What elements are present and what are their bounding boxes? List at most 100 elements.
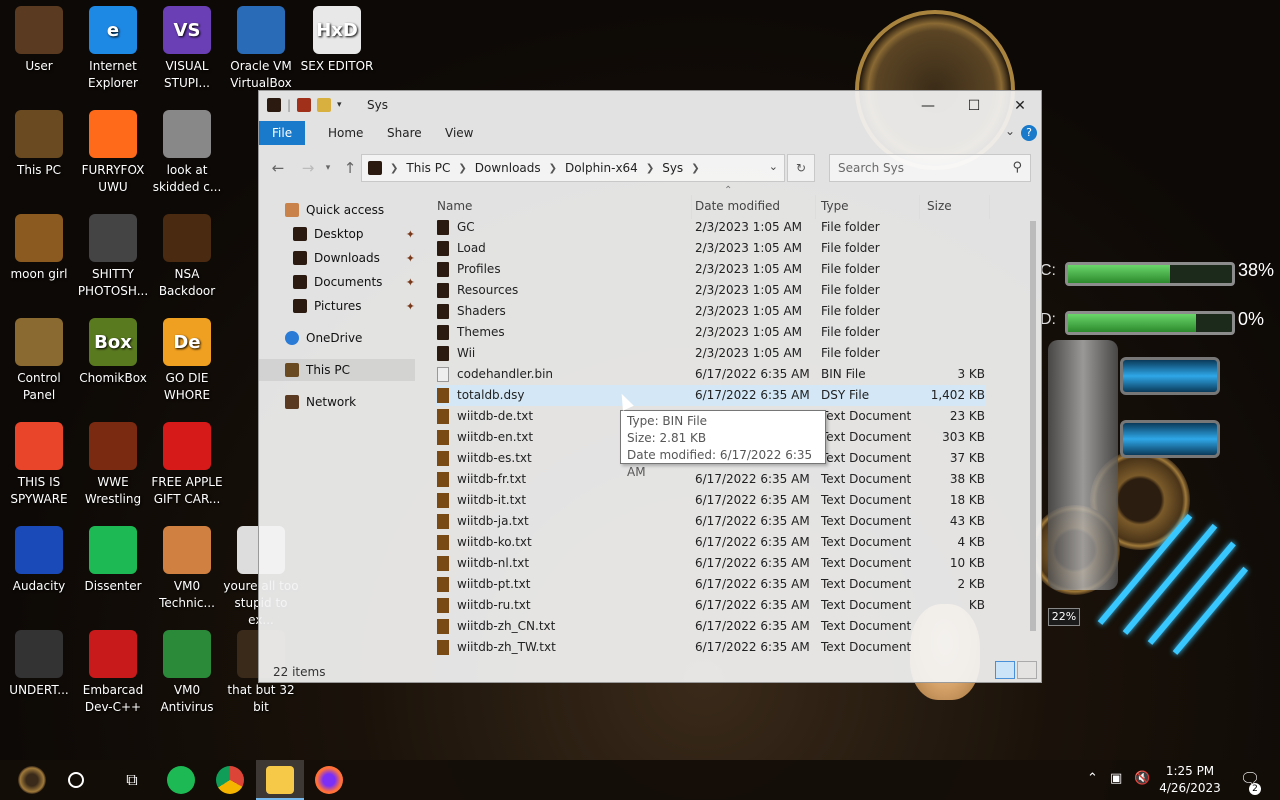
- column-divider[interactable]: [919, 195, 920, 219]
- minimize-button[interactable]: —: [905, 91, 951, 121]
- dissenter-icon[interactable]: [167, 766, 195, 794]
- show-hidden-icons-chevron-icon[interactable]: ⌃: [1087, 771, 1098, 786]
- desktop-icon[interactable]: FREE APPLE GIFT CAR...: [148, 422, 226, 508]
- maximize-button[interactable]: ☐: [951, 91, 997, 121]
- large-icons-view-icon[interactable]: [1017, 661, 1037, 679]
- help-icon[interactable]: ?: [1021, 125, 1037, 141]
- breadcrumb-separator-icon[interactable]: ❯: [642, 163, 658, 174]
- back-arrow-icon[interactable]: ←: [267, 158, 289, 180]
- file-row[interactable]: GC 2/3/2023 1:05 AM File folder: [435, 217, 985, 238]
- tab-file[interactable]: File: [259, 121, 306, 145]
- address-history-chevron-icon[interactable]: ⌄: [769, 160, 778, 173]
- desktop-icon[interactable]: Control Panel: [0, 318, 78, 404]
- title-bar[interactable]: | ▾ Sys — ☐ ✕: [259, 91, 1041, 121]
- desktop-icon[interactable]: This PC: [0, 110, 78, 179]
- desktop-icon[interactable]: look at skidded c...: [148, 110, 226, 196]
- file-row[interactable]: wiitdb-ja.txt 6/17/2022 6:35 AM Text Docum…: [435, 511, 985, 532]
- search-input[interactable]: Search Sys ⚲: [829, 154, 1031, 182]
- column-size[interactable]: Size: [927, 199, 952, 213]
- desktop-icon[interactable]: Embarcad Dev-C++: [74, 630, 152, 716]
- start-icon[interactable]: [18, 766, 46, 794]
- desktop-icon[interactable]: VM0 Antivirus: [148, 630, 226, 716]
- breadcrumb-this-pc[interactable]: This PC: [402, 161, 454, 175]
- nav-this-pc[interactable]: This PC: [259, 359, 415, 381]
- breadcrumb-sys[interactable]: Sys: [658, 161, 687, 175]
- file-row[interactable]: wiitdb-zh_CN.txt 6/17/2022 6:35 AM Text Do…: [435, 616, 985, 637]
- file-row[interactable]: Themes 2/3/2023 1:05 AM File folder: [435, 322, 985, 343]
- forward-arrow-icon[interactable]: →: [297, 158, 319, 180]
- breadcrumb-downloads[interactable]: Downloads: [471, 161, 545, 175]
- nav-onedrive[interactable]: OneDrive: [259, 327, 415, 349]
- column-divider[interactable]: [989, 195, 990, 219]
- close-button[interactable]: ✕: [997, 91, 1043, 121]
- firefox-icon[interactable]: [315, 766, 343, 794]
- tab-share[interactable]: Share: [374, 121, 435, 145]
- desktop-icon[interactable]: SHITTY PHOTOSH...: [74, 214, 152, 300]
- file-row[interactable]: totaldb.dsy 6/17/2022 6:35 AM DSY File 1,40…: [435, 385, 985, 406]
- file-row[interactable]: wiitdb-it.txt 6/17/2022 6:35 AM Text Docum…: [435, 490, 985, 511]
- chrome-icon[interactable]: [216, 766, 244, 794]
- desktop-icon[interactable]: Box ChomikBox: [74, 318, 152, 387]
- file-row[interactable]: wiitdb-ru.txt 6/17/2022 6:35 AM Text Docum…: [435, 595, 985, 616]
- breadcrumb-separator-icon[interactable]: ❯: [386, 163, 402, 174]
- tab-home[interactable]: Home: [315, 121, 376, 145]
- desktop-icon[interactable]: NSA Backdoor: [148, 214, 226, 300]
- column-date-modified[interactable]: Date modified: [695, 199, 780, 213]
- nav-network[interactable]: Network: [259, 391, 415, 413]
- column-name[interactable]: Name: [437, 199, 472, 213]
- file-explorer-icon[interactable]: [266, 766, 294, 794]
- desktop-icon[interactable]: User: [0, 6, 78, 75]
- pin-icon[interactable]: ✦: [406, 300, 415, 313]
- file-row[interactable]: Resources 2/3/2023 1:05 AM File folder: [435, 280, 985, 301]
- desktop-icon[interactable]: e Internet Explorer: [74, 6, 152, 92]
- file-row[interactable]: wiitdb-nl.txt 6/17/2022 6:35 AM Text Docum…: [435, 553, 985, 574]
- breadcrumb-separator-icon[interactable]: ❯: [687, 163, 703, 174]
- desktop-icon[interactable]: WWE Wrestling: [74, 422, 152, 508]
- breadcrumb-separator-icon[interactable]: ❯: [454, 163, 470, 174]
- file-row[interactable]: Wii 2/3/2023 1:05 AM File folder: [435, 343, 985, 364]
- address-bar[interactable]: ❯ This PC ❯ Downloads ❯ Dolphin-x64 ❯ Sy…: [361, 154, 785, 182]
- desktop-icon[interactable]: Audacity: [0, 526, 78, 595]
- breadcrumb-dolphin[interactable]: Dolphin-x64: [561, 161, 642, 175]
- desktop-icon[interactable]: Dissenter: [74, 526, 152, 595]
- refresh-icon[interactable]: ↻: [787, 154, 815, 182]
- file-row[interactable]: Profiles 2/3/2023 1:05 AM File folder: [435, 259, 985, 280]
- pin-icon[interactable]: ✦: [406, 252, 415, 265]
- nav-quick-access[interactable]: Quick access: [259, 199, 415, 221]
- up-arrow-icon[interactable]: ↑: [339, 158, 361, 180]
- task-view-icon[interactable]: ⧉: [118, 766, 146, 794]
- desktop-icon[interactable]: Oracle VM VirtualBox: [222, 6, 300, 92]
- desktop-icon[interactable]: De GO DIE WHORE: [148, 318, 226, 404]
- desktop-icon[interactable]: FURRYFOX UWU: [74, 110, 152, 196]
- nav-pictures[interactable]: Pictures ✦: [259, 295, 415, 317]
- file-row[interactable]: Shaders 2/3/2023 1:05 AM File folder: [435, 301, 985, 322]
- file-row[interactable]: wiitdb-zh_TW.txt 6/17/2022 6:35 AM Text Do…: [435, 637, 985, 658]
- nav-downloads[interactable]: Downloads ✦: [259, 247, 415, 269]
- desktop-icon[interactable]: UNDERT...: [0, 630, 78, 699]
- desktop-icon[interactable]: VM0 Technic...: [148, 526, 226, 612]
- column-type[interactable]: Type: [821, 199, 849, 213]
- file-row[interactable]: wiitdb-pt.txt 6/17/2022 6:35 AM Text Docum…: [435, 574, 985, 595]
- scrollbar-thumb[interactable]: [1030, 221, 1036, 631]
- cortana-icon[interactable]: [68, 772, 84, 788]
- recent-locations-chevron-icon[interactable]: ▾: [317, 158, 339, 180]
- pin-icon[interactable]: ✦: [406, 276, 415, 289]
- properties-icon[interactable]: [297, 98, 312, 112]
- nav-desktop[interactable]: Desktop ✦: [259, 223, 415, 245]
- file-row[interactable]: codehandler.bin 6/17/2022 6:35 AM BIN File…: [435, 364, 985, 385]
- column-divider[interactable]: [691, 195, 692, 219]
- file-row[interactable]: wiitdb-ko.txt 6/17/2022 6:35 AM Text Docum…: [435, 532, 985, 553]
- volume-muted-icon[interactable]: 🔇: [1134, 771, 1150, 786]
- nav-documents[interactable]: Documents ✦: [259, 271, 415, 293]
- column-divider[interactable]: [815, 195, 816, 219]
- action-monitor-icon[interactable]: ▣: [1110, 771, 1122, 786]
- new-folder-icon[interactable]: [317, 98, 332, 112]
- desktop-icon[interactable]: HxD SEX EDITOR: [298, 6, 376, 75]
- pin-icon[interactable]: ✦: [406, 228, 415, 241]
- file-row[interactable]: Load 2/3/2023 1:05 AM File folder: [435, 238, 985, 259]
- expand-ribbon-chevron-icon[interactable]: ⌄: [1005, 124, 1015, 138]
- tab-view[interactable]: View: [432, 121, 486, 145]
- customize-toolbar-chevron-icon[interactable]: ▾: [337, 100, 342, 110]
- desktop-icon[interactable]: THIS IS SPYWARE: [0, 422, 78, 508]
- desktop-icon[interactable]: VS VISUAL STUPI...: [148, 6, 226, 92]
